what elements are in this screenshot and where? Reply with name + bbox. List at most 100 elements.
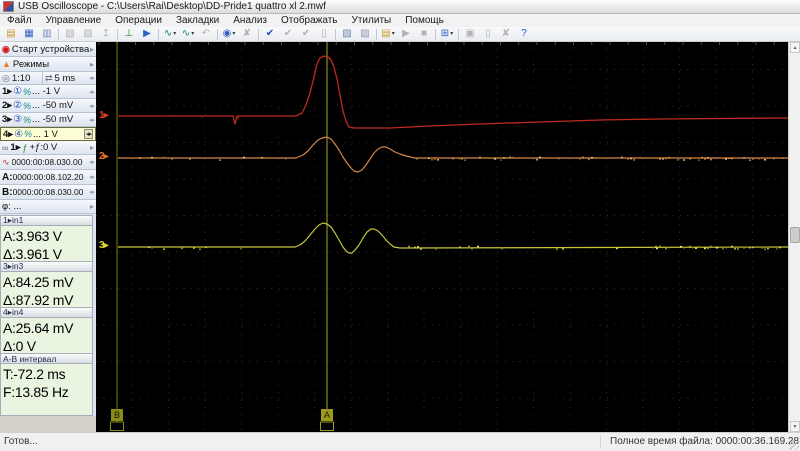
paste-page-button[interactable]: ▧ xyxy=(79,27,97,42)
wave-zoom-out-button[interactable]: ∿ ▾ xyxy=(179,27,197,42)
open-file-button[interactable]: ▤ xyxy=(2,27,20,42)
marker-b-value: 0000:00:08.030.00 xyxy=(12,187,84,197)
check-next-button[interactable]: ✔ xyxy=(297,27,315,42)
marker-b-row[interactable]: B: 0000:00:08.030.00 ◂▸ xyxy=(0,185,96,200)
measure-header-in3[interactable]: 3▸in3 xyxy=(0,261,93,272)
status-ready: Готов... xyxy=(4,436,38,447)
scope-vertical-scrollbar[interactable]: ▲ ▼ xyxy=(788,42,800,432)
trace-3-marker[interactable]: 3▸ xyxy=(99,240,109,251)
start-device-button[interactable]: ◉ Старт устройства ▸ xyxy=(0,42,96,57)
resize-grip[interactable] xyxy=(789,440,799,450)
check-prev-button[interactable]: ✔ xyxy=(279,27,297,42)
image-tool-icon: ▣ xyxy=(465,28,475,39)
channel-1-row[interactable]: 1▸ ① % ... -1 V ◂▸ xyxy=(0,85,96,99)
mini-arrows-icon[interactable]: ◂▸ xyxy=(89,116,95,124)
menu-display[interactable]: Отображать xyxy=(274,15,344,26)
save-fragment-button[interactable]: ▥ xyxy=(38,27,56,42)
menu-bookmarks[interactable]: Закладки xyxy=(169,15,226,26)
menu-operations[interactable]: Операции xyxy=(108,15,169,26)
toolbar-separator xyxy=(117,28,118,40)
measure-in4-a: A:25.64 mV xyxy=(0,318,93,338)
mini-arrows-icon[interactable]: ◂▸ xyxy=(89,173,95,181)
channel-4-row-selected[interactable]: 4▸ ④ % ... 1 V ◂▸ xyxy=(0,127,96,141)
toolbar-separator xyxy=(158,28,159,40)
measure-ab-freq: F:13.85 Hz xyxy=(0,384,93,400)
vertical-measure-button[interactable]: ⊥ xyxy=(120,27,138,42)
mini-arrows-icon[interactable]: ◂▸ xyxy=(89,102,95,110)
timebase-control[interactable]: ⇄ 5 ms ◂▸ xyxy=(42,72,96,84)
channel-1-range: ... -1 V xyxy=(32,86,61,97)
help-icon: ? xyxy=(521,28,527,39)
stop-script-button[interactable]: ■ xyxy=(415,27,433,42)
export-page-icon: ↥ xyxy=(101,28,111,39)
modes-button[interactable]: ▲ Режимы ▸ xyxy=(0,57,96,72)
channel-3-range: ... -50 mV xyxy=(32,114,74,125)
open-template-button[interactable]: ▤ ▾ xyxy=(379,27,397,42)
channel-3-row[interactable]: 3▸ ③ % ... -50 mV ◂▸ xyxy=(0,113,96,127)
probe-scale-control[interactable]: ◎ 1:10 xyxy=(0,72,42,84)
chart-view-button[interactable]: ▨ xyxy=(338,27,356,42)
marker-flag-button[interactable]: ▶ xyxy=(138,27,156,42)
power-icon: ◉ xyxy=(2,43,10,54)
search-wave-button[interactable]: ◉ ▾ xyxy=(220,27,238,42)
sync-row[interactable]: ∞ 1▸ ƒ +ƒ:0 V ▸ xyxy=(0,141,96,155)
chart-copy-button[interactable]: ▨ xyxy=(356,27,374,42)
cursor-a-box[interactable] xyxy=(320,421,334,431)
measure-in1-delta: Δ:3.961 V xyxy=(0,246,93,262)
mini-arrows-icon[interactable]: ◂▸ xyxy=(89,158,95,166)
marker-a-row[interactable]: A: 0000:00:08.102.20 ◂▸ xyxy=(0,170,96,185)
copy-page-button[interactable]: ▧ xyxy=(61,27,79,42)
trace-2-marker[interactable]: 2▸ xyxy=(99,151,109,162)
doc-tool-button[interactable]: ▯ xyxy=(479,27,497,42)
scroll-thumb[interactable] xyxy=(790,227,800,243)
trace-1-marker[interactable]: 1▸ xyxy=(99,110,109,121)
channel-3-num: 3▸ xyxy=(2,114,13,125)
mini-arrows-icon[interactable]: ◂▸ xyxy=(89,88,95,96)
marker-b-label: B: xyxy=(2,186,13,198)
cursor-time-row[interactable]: ∿ 0000:00:08.030.00 ◂▸ xyxy=(0,155,96,170)
save-file-button[interactable]: ▦ xyxy=(20,27,38,42)
undo-button[interactable]: ↶ xyxy=(197,27,215,42)
menu-control[interactable]: Управление xyxy=(39,15,109,26)
scope-display[interactable]: BA 1▸ 2▸ 3▸ xyxy=(96,42,788,432)
export-page-button[interactable]: ↥ xyxy=(97,27,115,42)
probe-icon: % xyxy=(24,129,33,139)
check-current-button[interactable]: ✔ xyxy=(261,27,279,42)
menu-analysis[interactable]: Анализ xyxy=(226,15,274,26)
measure-ab-time: T:-72.2 ms xyxy=(0,364,93,384)
scope-canvas[interactable]: BA xyxy=(96,42,788,432)
scroll-down-icon[interactable]: ▼ xyxy=(790,421,800,432)
wave-zoom-in-button[interactable]: ∿ ▾ xyxy=(161,27,179,42)
display-mode-button[interactable]: ⊞ ▾ xyxy=(438,27,456,42)
toolbar-separator xyxy=(458,28,459,40)
close-tool-icon: ✘ xyxy=(501,28,511,39)
menu-utilities[interactable]: Утилиты xyxy=(345,15,399,26)
measure-header-ab-interval[interactable]: A-B интервал xyxy=(0,353,93,364)
paste-page-icon: ▧ xyxy=(83,28,93,39)
sync-source-icon: ∞ xyxy=(2,142,9,153)
measure-header-in4[interactable]: 4▸in4 xyxy=(0,307,93,318)
scroll-up-icon[interactable]: ▲ xyxy=(790,42,800,53)
mini-arrows-icon[interactable]: ◂▸ xyxy=(83,129,93,139)
channel-3-circle-icon: ③ xyxy=(13,114,23,125)
image-tool-button[interactable]: ▣ xyxy=(461,27,479,42)
wave-zoom-out-icon: ∿ xyxy=(181,28,191,39)
mini-arrows-icon[interactable]: ◂▸ xyxy=(89,74,95,82)
delete-mark-icon: ✘ xyxy=(242,28,252,39)
play-script-button[interactable]: ▶ xyxy=(397,27,415,42)
mini-arrows-icon[interactable]: ◂▸ xyxy=(89,188,95,196)
channel-2-row[interactable]: 2▸ ② % ... -50 mV ◂▸ xyxy=(0,99,96,113)
help-button[interactable]: ? xyxy=(515,27,533,42)
report-doc-button[interactable]: ▯ xyxy=(315,27,333,42)
phase-row[interactable]: φ: ... ▸ xyxy=(0,200,96,214)
chevron-right-icon: ▸ xyxy=(89,143,94,152)
menu-help[interactable]: Помощь xyxy=(398,15,451,26)
measure-header-in1[interactable]: 1▸in1 xyxy=(0,215,93,226)
close-tool-button[interactable]: ✘ xyxy=(497,27,515,42)
sync-channel: 1▸ xyxy=(10,142,21,153)
measure-in4-delta: Δ:0 V xyxy=(0,338,93,354)
cursor-b-box[interactable] xyxy=(110,421,124,431)
delete-mark-button[interactable]: ✘ xyxy=(238,27,256,42)
control-sidebar: ◉ Старт устройства ▸ ▲ Режимы ▸ ◎ 1:10 ⇄… xyxy=(0,42,96,432)
menu-file[interactable]: Файл xyxy=(0,15,39,26)
